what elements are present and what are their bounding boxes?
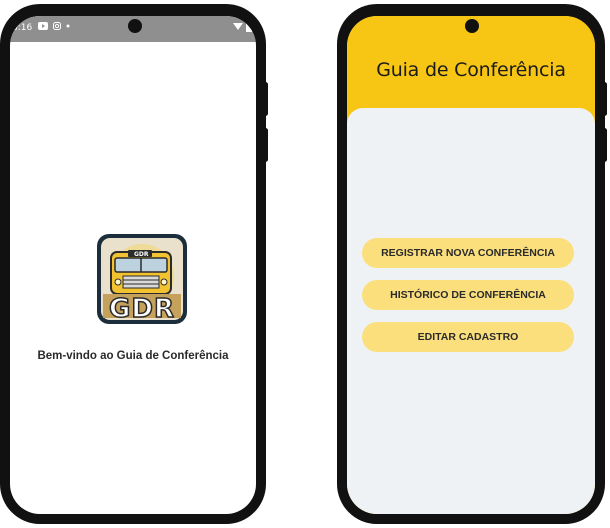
power-button [602,82,607,116]
front-camera [128,19,142,33]
status-time: 8:16 [12,23,33,33]
app-logo: GDR GDR [97,234,187,324]
phone-frame-left: 8:16 GDR GDR Bem-vindo ao Guia de Confer… [0,4,268,524]
welcome-text: Bem-vindo ao Guia de Conferência [37,350,229,362]
volume-button [263,128,268,162]
youtube-icon [38,22,48,30]
conference-history-button[interactable]: HISTÓRICO DE CONFERÊNCIA [362,280,574,310]
volume-button [602,128,607,162]
dot-icon [66,24,70,28]
splash-screen: 8:16 GDR GDR Bem-vindo ao Guia de Confer… [10,16,256,514]
battery-icon [246,23,252,32]
logo-sign-text: GDR [134,251,149,258]
wifi-icon [233,23,243,30]
front-camera [465,19,479,33]
phone-frame-right: Guia de Conferência REGISTRAR NOVA CONFE… [337,4,607,524]
edit-registration-button[interactable]: EDITAR CADASTRO [362,322,574,352]
page-title: Guia de Conferência [376,59,566,81]
register-conference-button[interactable]: REGISTRAR NOVA CONFERÊNCIA [362,238,574,268]
logo-text: GDR [108,293,175,324]
power-button [263,82,268,116]
instagram-icon [53,22,61,30]
menu-body: REGISTRAR NOVA CONFERÊNCIA HISTÓRICO DE … [347,108,595,514]
main-menu-screen: Guia de Conferência REGISTRAR NOVA CONFE… [347,16,595,514]
